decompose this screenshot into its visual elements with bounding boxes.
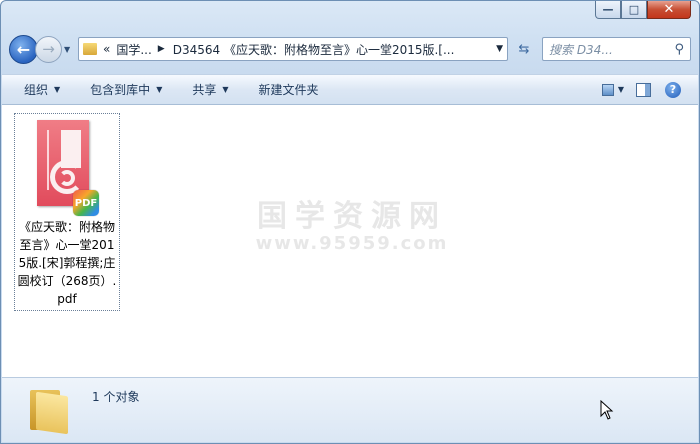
navigation-bar: ← → ▼ « 国学... ▶ D34564 《应天歌：附格物至言》心一堂201… [9,34,691,64]
preview-pane-button[interactable] [632,81,654,99]
chevron-right-icon[interactable]: ▶ [158,44,165,54]
address-overflow[interactable]: « [103,42,110,56]
watermark-title: 国学资源网 [257,199,447,234]
pdf-thumbnail: PDF [37,120,99,216]
address-segment-current[interactable]: D34564 《应天歌：附格物至言》心一堂2015版.[... [173,41,455,58]
recent-pages-dropdown-icon[interactable]: ▼ [64,45,74,54]
minimize-icon: — [602,3,614,16]
chevron-down-icon: ▼ [54,85,61,94]
search-icon[interactable]: ⚲ [674,42,684,57]
back-button[interactable]: ← [9,34,38,64]
folder-front [36,391,68,435]
preview-pane-icon [635,82,651,97]
explorer-window: — □ ✕ ← → ▼ « 国学... ▶ D34564 《应天歌：附格物至言》… [0,0,700,444]
file-item[interactable]: PDF 《应天歌：附格物至言》心一堂2015版.[宋]郭程撰;庄圆校订（268页… [14,113,120,311]
help-button[interactable]: ? [662,81,684,99]
address-bar[interactable]: « 国学... ▶ D34564 《应天歌：附格物至言》心一堂2015版.[..… [78,37,508,61]
address-segment-guoxue[interactable]: 国学... [116,41,151,58]
share-menu[interactable]: 共享 ▼ [192,81,228,98]
new-folder-button[interactable]: 新建文件夹 [259,81,319,98]
chevron-down-icon: ▼ [156,85,163,94]
file-name[interactable]: 《应天歌：附格物至言》心一堂2015版.[宋]郭程撰;庄圆校订（268页）.pd… [17,218,117,308]
folder-icon [83,43,97,55]
close-button[interactable]: ✕ [647,1,691,19]
caption-buttons: — □ ✕ [595,1,691,19]
search-input[interactable]: 搜索 D34... [549,41,674,58]
address-dropdown-icon[interactable]: ▼ [496,44,503,54]
include-in-library-menu[interactable]: 包含到库中 ▼ [90,81,162,98]
refresh-button[interactable]: ⇆ [512,37,536,61]
view-controls: ▼ ? [594,81,684,99]
mouse-cursor-icon [600,400,614,420]
refresh-icon: ⇆ [518,41,530,57]
close-icon: ✕ [663,2,675,17]
watermark-url: www.95959.com [255,233,449,254]
cover-strip [47,130,49,190]
item-count: 1 个对象 [92,390,140,404]
file-list[interactable]: 国学资源网 www.95959.com PDF 《应天歌：附格物至言》心一堂20… [2,105,698,377]
help-icon: ? [665,81,681,98]
details-pane: 1 个对象 [2,377,698,442]
maximize-button[interactable]: □ [621,1,647,19]
pdf-badge-text: PDF [74,197,98,209]
share-label: 共享 [192,83,217,97]
forward-arrow-icon: → [42,40,55,58]
new-folder-label: 新建文件夹 [258,83,319,97]
change-view-button[interactable]: ▼ [602,81,624,99]
search-box[interactable]: 搜索 D34... ⚲ [542,37,691,61]
views-icon [602,83,614,96]
back-arrow-icon: ← [16,39,31,59]
forward-button[interactable]: → [35,35,62,63]
folder-icon [30,388,70,435]
chevron-down-icon: ▼ [222,85,229,94]
chevron-down-icon: ▼ [617,85,624,94]
watermark: 国学资源网 www.95959.com [242,191,462,254]
minimize-button[interactable]: — [595,1,621,19]
cover-swirl-inner [59,170,75,186]
maximize-icon: □ [628,3,640,16]
pdf-icon: PDF [73,190,99,216]
organize-label: 组织 [24,83,49,97]
include-in-library-label: 包含到库中 [90,83,151,97]
command-bar: 组织 ▼ 包含到库中 ▼ 共享 ▼ 新建文件夹 ▼ ? [2,74,698,105]
organize-menu[interactable]: 组织 ▼ [24,81,60,98]
